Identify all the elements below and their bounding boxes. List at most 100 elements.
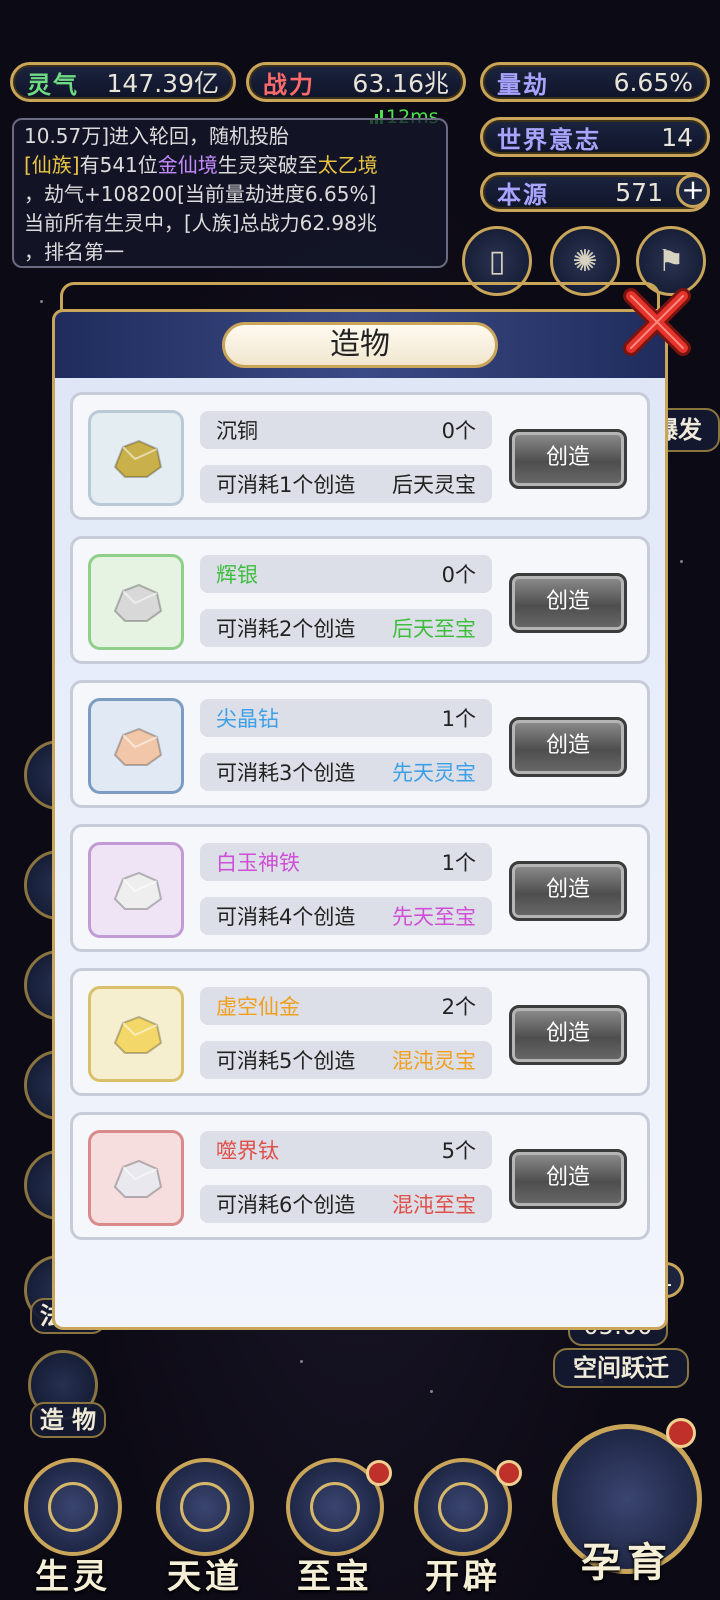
stat-shijie-label: 世界意志 xyxy=(497,125,601,154)
add-benyuan-plus-icon[interactable]: + xyxy=(676,174,710,208)
item-grade: 先天至宝 xyxy=(392,905,476,929)
notification-dot xyxy=(496,1460,522,1486)
nav-yunyu[interactable]: 孕育 xyxy=(548,1418,706,1600)
item-grade: 先天灵宝 xyxy=(392,761,476,785)
craft-item-card: 辉银 0个可消耗2个创造 后天至宝 创造 xyxy=(70,536,650,664)
nav-tiandao[interactable]: 天道 xyxy=(146,1458,264,1600)
item-name: 尖晶钻 xyxy=(216,707,279,731)
item-count: 0个 xyxy=(441,419,476,443)
stat-benyuan-value: 571 xyxy=(615,177,663,207)
stat-liangjie-label: 量劫 xyxy=(497,70,549,99)
item-desc-bar: 可消耗1个创造 后天灵宝 xyxy=(200,465,492,503)
stat-zhanli[interactable]: 战力 63.16兆 xyxy=(246,62,466,102)
item-name: 辉银 xyxy=(216,563,258,587)
nav-label: 至宝 xyxy=(297,1557,373,1597)
item-desc-bar: 可消耗5个创造 混沌灵宝 xyxy=(200,1041,492,1079)
material-icon xyxy=(88,410,184,506)
item-name-bar: 沉铜 0个 xyxy=(200,411,492,449)
item-grade: 后天至宝 xyxy=(392,617,476,641)
material-icon xyxy=(88,1130,184,1226)
nav-label: 生灵 xyxy=(35,1557,111,1597)
create-button[interactable]: 创造 xyxy=(509,429,627,489)
stat-shijie-value: 14 xyxy=(661,122,693,152)
item-name: 虚空仙金 xyxy=(216,995,300,1019)
item-grade: 混沌灵宝 xyxy=(392,1049,476,1073)
stat-liangjie[interactable]: 量劫 6.65% xyxy=(480,62,710,102)
stat-zhanli-value: 63.16兆 xyxy=(352,69,449,98)
item-name-bar: 虚空仙金 2个 xyxy=(200,987,492,1025)
item-desc: 可消耗5个创造 xyxy=(216,1049,356,1073)
item-name-bar: 尖晶钻 1个 xyxy=(200,699,492,737)
nav-kaipi[interactable]: 开辟 xyxy=(404,1458,522,1600)
close-icon[interactable] xyxy=(623,288,691,356)
create-button[interactable]: 创造 xyxy=(509,717,627,777)
item-desc: 可消耗2个创造 xyxy=(216,617,356,641)
zaowu-label[interactable]: 造 物 xyxy=(30,1402,106,1438)
nav-label: 孕育 xyxy=(581,1540,673,1586)
star xyxy=(300,1360,303,1363)
item-desc-bar: 可消耗2个创造 后天至宝 xyxy=(200,609,492,647)
event-log: 10.57万]进入轮回，随机投胎 [仙族]有541位金仙境生灵突破至太乙境 ，劫… xyxy=(12,118,448,268)
item-count: 2个 xyxy=(441,995,476,1019)
create-button[interactable]: 创造 xyxy=(509,1005,627,1065)
stat-liangjie-value: 6.65% xyxy=(613,67,693,97)
modal-title: 造物 xyxy=(222,322,498,368)
item-desc: 可消耗1个创造 xyxy=(216,473,356,497)
shengling-emblem-icon xyxy=(24,1458,122,1556)
item-grade: 后天灵宝 xyxy=(392,473,476,497)
tiandao-emblem-icon xyxy=(156,1458,254,1556)
material-gem-icon xyxy=(113,1015,163,1054)
stat-shijie[interactable]: 世界意志 14 xyxy=(480,117,710,157)
stat-lingqi[interactable]: 灵气 147.39亿 xyxy=(10,62,236,102)
item-count: 5个 xyxy=(441,1139,476,1163)
material-gem-icon xyxy=(113,727,163,766)
nav-label: 开辟 xyxy=(425,1557,501,1597)
craft-item-card: 尖晶钻 1个可消耗3个创造 先天灵宝 创造 xyxy=(70,680,650,808)
item-desc-bar: 可消耗6个创造 混沌至宝 xyxy=(200,1185,492,1223)
star xyxy=(40,300,43,303)
material-icon xyxy=(88,986,184,1082)
craft-item-card: 白玉神铁 1个可消耗4个创造 先天至宝 创造 xyxy=(70,824,650,952)
space-jump-button[interactable]: 空间跃迁 xyxy=(553,1348,689,1388)
nav-label: 天道 xyxy=(167,1557,243,1597)
material-gem-icon xyxy=(113,1159,163,1198)
log-line: ，排名第一 xyxy=(24,240,124,264)
create-button[interactable]: 创造 xyxy=(509,573,627,633)
craft-item-card: 噬界钛 5个可消耗6个创造 混沌至宝 创造 xyxy=(70,1112,650,1240)
item-count: 1个 xyxy=(441,707,476,731)
log-line: 10.57万]进入轮回，随机投胎 xyxy=(24,124,290,148)
material-gem-icon xyxy=(113,871,163,910)
notification-dot xyxy=(366,1460,392,1486)
item-desc-bar: 可消耗4个创造 先天至宝 xyxy=(200,897,492,935)
stat-lingqi-value: 147.39亿 xyxy=(106,69,219,98)
nav-zhibao[interactable]: 至宝 xyxy=(276,1458,394,1600)
item-desc: 可消耗3个创造 xyxy=(216,761,356,785)
item-name: 白玉神铁 xyxy=(216,851,300,875)
material-icon xyxy=(88,698,184,794)
item-desc: 可消耗4个创造 xyxy=(216,905,356,929)
create-button[interactable]: 创造 xyxy=(509,1149,627,1209)
item-name: 噬界钛 xyxy=(216,1139,279,1163)
craft-item-card: 虚空仙金 2个可消耗5个创造 混沌灵宝 创造 xyxy=(70,968,650,1096)
notification-dot xyxy=(666,1418,696,1448)
item-name: 沉铜 xyxy=(216,419,258,443)
item-name-bar: 噬界钛 5个 xyxy=(200,1131,492,1169)
stat-zhanli-label: 战力 xyxy=(263,70,315,99)
item-count: 0个 xyxy=(441,563,476,587)
item-name-bar: 白玉神铁 1个 xyxy=(200,843,492,881)
item-desc: 可消耗6个创造 xyxy=(216,1193,356,1217)
log-line: [仙族]有541位金仙境生灵突破至太乙境 xyxy=(24,153,378,177)
create-button[interactable]: 创造 xyxy=(509,861,627,921)
log-line: ，劫气+108200[当前量劫进度6.65%] xyxy=(24,182,377,206)
item-desc-bar: 可消耗3个创造 先天灵宝 xyxy=(200,753,492,791)
log-line: 当前所有生灵中，[人族]总战力62.98兆 xyxy=(24,211,377,235)
item-count: 1个 xyxy=(441,851,476,875)
stat-lingqi-label: 灵气 xyxy=(27,70,79,99)
material-gem-icon xyxy=(113,439,163,478)
craft-modal: 造物 沉铜 0个 可消耗1个创造 后天灵宝 创造 辉银 0个 可消耗2个创造 后天至宝 创造 尖晶钻… xyxy=(55,312,665,1327)
star xyxy=(680,560,683,563)
material-icon xyxy=(88,554,184,650)
material-icon xyxy=(88,842,184,938)
nav-shengling[interactable]: 生灵 xyxy=(14,1458,132,1600)
star xyxy=(430,1390,433,1393)
